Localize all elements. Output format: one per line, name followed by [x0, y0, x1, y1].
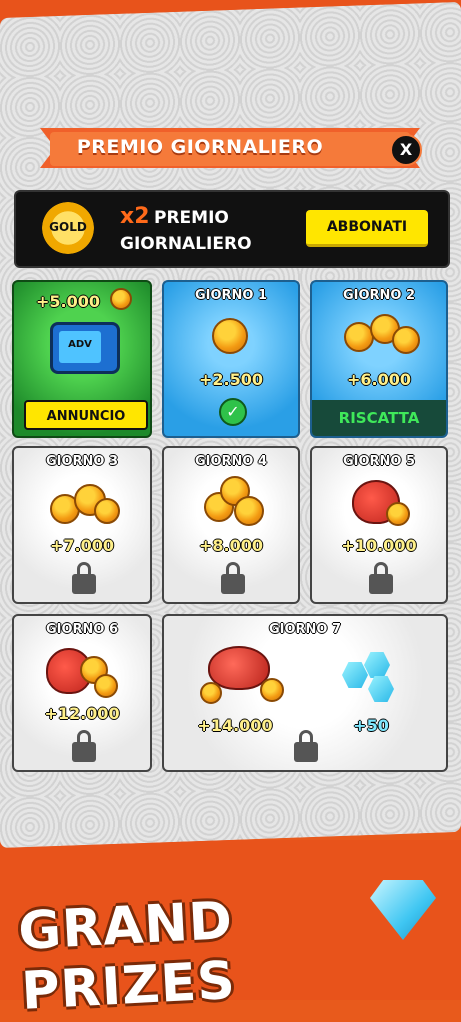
- day-label: GIORNO 4: [194, 454, 268, 469]
- gem-icon: [364, 652, 390, 678]
- gem-amount: +50: [353, 716, 389, 735]
- day-card-7: GIORNO 7 +14.000 +50: [162, 614, 448, 772]
- multiplier-label: x2: [120, 204, 150, 229]
- day-card-6: GIORNO 6 +12.000: [12, 614, 152, 772]
- check-icon: ✓: [219, 398, 247, 426]
- ad-reward-card[interactable]: +5.000 ADV ANNUNCIO: [12, 280, 152, 438]
- gold-subscription-banner: GOLD x2 PREMIO GIORNALIERO ABBONATI: [14, 190, 450, 268]
- day-label: GIORNO 7: [268, 622, 342, 637]
- coin-icon: [110, 288, 132, 310]
- gem-icon: [342, 662, 368, 688]
- tv-label: ADV: [68, 339, 92, 350]
- coin-icon: [386, 502, 410, 526]
- coin-icon: [260, 678, 284, 702]
- gold-badge-icon: GOLD: [42, 202, 94, 254]
- day-card-2[interactable]: GIORNO 2 +6.000 RISCATTA: [310, 280, 448, 438]
- day-amount: +2.500: [198, 370, 263, 389]
- day-amount: +8.000: [198, 536, 263, 555]
- subscribe-button[interactable]: ABBONATI: [306, 210, 428, 247]
- day-label: GIORNO 6: [45, 622, 119, 637]
- coin-icon: [234, 496, 264, 526]
- coin-icon: [212, 318, 248, 354]
- day-amount: +12.000: [44, 704, 120, 723]
- day-amount: +6.000: [346, 370, 411, 389]
- page-title: PREMIO GIORNALIERO: [76, 136, 324, 158]
- day-label: GIORNO 3: [45, 454, 119, 469]
- close-button[interactable]: X: [390, 134, 422, 166]
- tv-screen: ADV: [59, 331, 101, 363]
- coin-icon: [200, 682, 222, 704]
- coin-icon: [94, 674, 118, 698]
- day-amount: +10.000: [341, 536, 417, 555]
- gem-icon: [368, 676, 394, 702]
- day-label: GIORNO 1: [194, 288, 268, 303]
- day-card-5: GIORNO 5 +10.000: [310, 446, 448, 604]
- tv-icon: ADV: [50, 322, 120, 374]
- day-card-3: GIORNO 3 +7.000: [12, 446, 152, 604]
- gold-title-line1: PREMIO: [154, 208, 229, 228]
- daily-reward-screen: PREMIO GIORNALIERO X GOLD x2 PREMIO GIOR…: [0, 0, 461, 1022]
- coin-icon: [94, 498, 120, 524]
- coin-icon: [392, 326, 420, 354]
- gold-title-line2: GIORNALIERO: [120, 234, 252, 254]
- lock-icon: [72, 562, 96, 594]
- header-ribbon: PREMIO GIORNALIERO X: [40, 128, 422, 170]
- day-card-4: GIORNO 4 +8.000: [162, 446, 300, 604]
- day-card-1: GIORNO 1 +2.500 ✓: [162, 280, 300, 438]
- lock-icon: [221, 562, 245, 594]
- lock-icon: [72, 730, 96, 762]
- gold-badge-label: GOLD: [49, 220, 87, 234]
- day-amount: +7.000: [49, 536, 114, 555]
- day-label: GIORNO 2: [342, 288, 416, 303]
- lock-icon: [294, 730, 318, 762]
- claim-button[interactable]: RISCATTA: [312, 400, 446, 436]
- watch-ad-button[interactable]: ANNUNCIO: [24, 400, 148, 430]
- lock-icon: [369, 562, 393, 594]
- day-label: GIORNO 5: [342, 454, 416, 469]
